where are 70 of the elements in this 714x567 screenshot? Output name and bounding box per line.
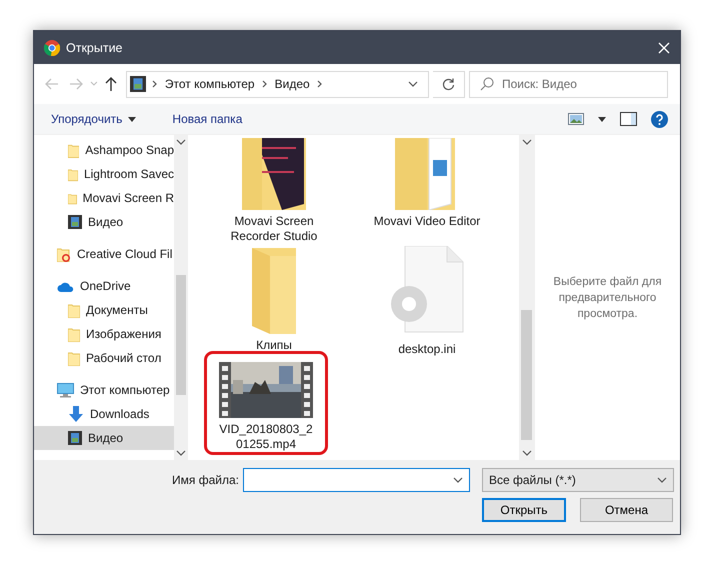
- chevron-right-icon: [316, 80, 324, 88]
- folder-icon: [57, 246, 71, 262]
- chevron-right-icon: [150, 80, 159, 88]
- file-name: Клипы: [255, 338, 293, 353]
- breadcrumb[interactable]: Видео: [272, 77, 313, 91]
- file-item[interactable]: desktop.ini: [352, 245, 502, 355]
- sidebar-item[interactable]: Ashampoo Snap: [34, 138, 174, 162]
- filename-field[interactable]: [243, 468, 470, 492]
- file-name: VID_20180803_201255.mp4: [218, 422, 314, 452]
- download-icon: [68, 406, 84, 422]
- sidebar-item[interactable]: OneDrive: [34, 274, 174, 298]
- folder-icon: [68, 326, 80, 342]
- folder-icon: [242, 138, 306, 210]
- sidebar-item[interactable]: Рабочий стол: [34, 346, 174, 370]
- preview-message: Выберите файл для предварительного просмотра.: [552, 274, 663, 322]
- breadcrumb[interactable]: Этот компьютер: [162, 77, 258, 91]
- folder-icon: [68, 142, 80, 158]
- sidebar-item[interactable]: Этот компьютер: [34, 378, 174, 402]
- back-arrow-icon: [45, 78, 59, 90]
- scrollbar[interactable]: [174, 135, 188, 460]
- film-icon: [68, 431, 82, 445]
- sidebar-item[interactable]: Creative Cloud Fil: [34, 242, 174, 266]
- forward-arrow-icon: [69, 78, 83, 90]
- new-folder-button[interactable]: Новая папка: [167, 112, 248, 126]
- chevron-down-icon: [453, 477, 463, 483]
- cancel-button[interactable]: Отмена: [580, 498, 673, 522]
- window-title: Открытие: [66, 40, 124, 54]
- search-box[interactable]: Поиск: Видео: [469, 70, 668, 98]
- sidebar-item[interactable]: Downloads: [34, 402, 174, 426]
- caret-icon[interactable]: [598, 116, 606, 122]
- chevron-down-icon: [522, 450, 532, 456]
- file-type-dropdown[interactable]: Все файлы (*.*): [482, 468, 674, 492]
- highlighted-file[interactable]: VID_20180803_201255.mp4: [204, 351, 328, 455]
- close-icon[interactable]: [658, 42, 670, 54]
- sidebar-item[interactable]: Документы: [34, 298, 174, 322]
- cloud-icon: [57, 280, 74, 292]
- chevron-down-icon: [176, 450, 186, 456]
- help-icon[interactable]: [651, 110, 668, 128]
- file-item[interactable]: Movavi Video Editor: [352, 135, 502, 245]
- film-icon: [130, 76, 146, 92]
- preview-pane-icon[interactable]: [620, 112, 637, 126]
- search-icon: [480, 77, 494, 91]
- refresh-icon: [442, 78, 456, 90]
- computer-icon: [57, 382, 74, 398]
- sidebar-item[interactable]: Lightroom Savec: [34, 162, 174, 186]
- address-bar[interactable]: Этот компьютер Видео: [126, 70, 430, 98]
- file-name: Movavi Video Editor: [372, 214, 482, 229]
- filename-label: Имя файла:: [172, 473, 239, 487]
- organize-button[interactable]: Упорядочить: [46, 112, 142, 126]
- view-icon[interactable]: [568, 113, 584, 125]
- up-arrow-icon: [104, 77, 117, 91]
- refresh-button[interactable]: [433, 70, 465, 98]
- sidebar-item[interactable]: Видео: [34, 426, 174, 450]
- scrollbar[interactable]: [519, 135, 534, 460]
- sidebar-item[interactable]: Изображения: [34, 322, 174, 346]
- browser-icon: [44, 40, 60, 56]
- chevron-down-icon[interactable]: [408, 81, 418, 87]
- file-name: desktop.ini: [397, 342, 457, 357]
- file-item[interactable]: Movavi Screen Recorder Studio: [204, 135, 344, 245]
- chevron-down-icon: [657, 477, 667, 483]
- open-button[interactable]: Открыть: [482, 498, 566, 522]
- folder-icon: [68, 302, 80, 318]
- sidebar-item[interactable]: Видео: [34, 210, 174, 234]
- file-name: Movavi Screen Recorder Studio: [230, 214, 318, 244]
- folder-icon: [68, 166, 78, 182]
- folder-icon: [68, 350, 80, 366]
- film-icon: [68, 215, 82, 229]
- chevron-right-icon: [260, 80, 269, 88]
- sidebar-item[interactable]: Movavi Screen R: [34, 186, 174, 210]
- caret-icon: [128, 116, 136, 122]
